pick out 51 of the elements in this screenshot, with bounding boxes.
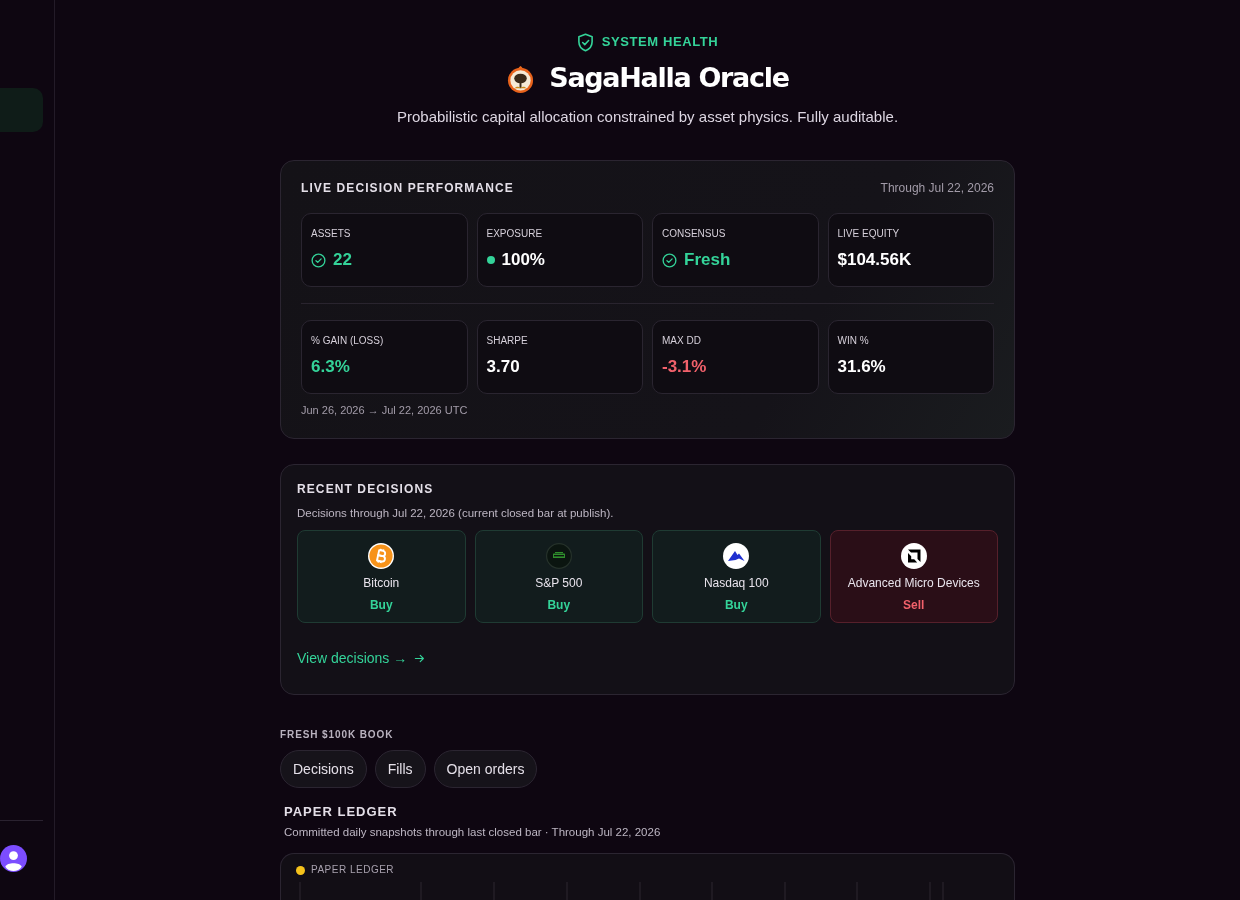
decision-action: Sell: [903, 597, 925, 613]
stat-label: LIVE EQUITY: [837, 227, 900, 241]
asset-name: Advanced Micro Devices: [847, 575, 980, 591]
stat-value: 31.6%: [837, 356, 886, 378]
decision-card[interactable]: Nasdaq 100 Buy: [652, 530, 821, 623]
stat-label: ASSETS: [311, 227, 351, 241]
stat-value: 100%: [501, 249, 545, 271]
decision-card[interactable]: Bitcoin Buy: [297, 530, 466, 623]
shield-check-icon: [576, 32, 594, 52]
decision-card[interactable]: Advanced Micro Devices Sell: [829, 530, 998, 623]
pill-button[interactable]: Open orders: [433, 750, 538, 788]
status-label: SYSTEM HEALTH: [601, 33, 719, 51]
pill-button[interactable]: Fills: [374, 750, 426, 788]
decision-card[interactable]: S&P 500 Buy: [474, 530, 643, 623]
pill-button[interactable]: Decisions: [280, 750, 367, 788]
stat-value: 3.70: [486, 356, 520, 378]
stat-label: % GAIN (LOSS): [311, 334, 384, 348]
app-title: SagaHalla Oracle: [549, 61, 789, 95]
arrow-right-icon: [414, 652, 426, 664]
stat-label: EXPOSURE: [486, 227, 543, 241]
stat-value: -3.1%: [662, 356, 707, 378]
section-title: LIVE DECISION PERFORMANCE: [301, 180, 514, 196]
view-decisions-link[interactable]: View decisions →: [297, 648, 426, 668]
legend-label: PAPER LEDGER: [311, 864, 395, 876]
stat-label: SHARPE: [486, 334, 528, 348]
decision-action: Buy: [547, 597, 571, 613]
square-arrow-logo-icon: [900, 543, 927, 569]
stat-label: WIN %: [837, 334, 869, 348]
mountain-logo-icon: [723, 543, 750, 569]
user-avatar-icon[interactable]: [0, 845, 27, 872]
section-title: RECENT DECISIONS: [297, 481, 434, 497]
date-range: Jun 26, 2026 → Jul 22, 2026 UTC: [301, 403, 468, 418]
tagline: Probabilistic capital allocation constrained by asset physics. Fully auditable.: [396, 108, 899, 126]
stat-value: 6.3%: [311, 356, 350, 378]
section-subtitle: Committed daily snapshots through last closed bar · Through Jul 22, 2026: [284, 825, 661, 840]
stat-label: MAX DD: [662, 334, 701, 348]
section-title: PAPER LEDGER: [284, 804, 398, 820]
asset-name: S&P 500: [535, 575, 583, 591]
through-date: Through Jul 22, 2026: [880, 180, 994, 196]
stat-value: $104.56K: [837, 249, 912, 271]
decision-action: Buy: [369, 597, 393, 613]
book-label: FRESH $100K BOOK: [280, 729, 394, 741]
asset-name: Nasdaq 100: [703, 575, 769, 591]
index-fund-logo-icon: [545, 543, 572, 569]
bitcoin-coin-icon: [368, 543, 395, 569]
stat-label: CONSENSUS: [662, 227, 726, 241]
decision-action: Buy: [724, 597, 748, 613]
stat-value: 22: [333, 249, 352, 271]
stat-value: Fresh: [684, 249, 731, 271]
section-subtitle: Decisions through Jul 22, 2026 (current closed bar at publish).: [297, 506, 614, 521]
asset-name: Bitcoin: [363, 575, 400, 591]
